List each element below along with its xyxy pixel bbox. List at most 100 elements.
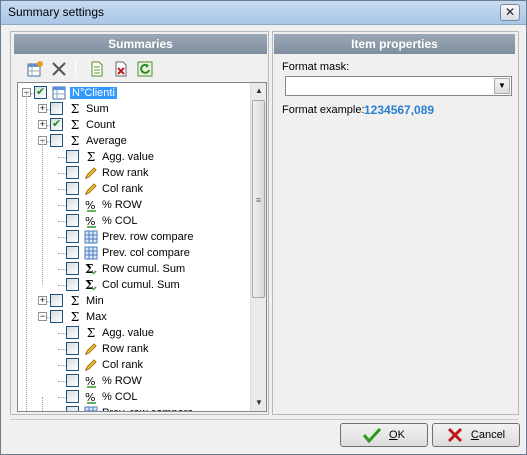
add-summary-button[interactable] xyxy=(25,60,45,78)
svg-text:%: % xyxy=(85,215,95,228)
tree-item[interactable]: % % ROW xyxy=(18,373,250,389)
scroll-thumb[interactable]: ≡ xyxy=(252,100,265,298)
tree-item-checkbox[interactable] xyxy=(66,262,79,275)
scroll-up-arrow[interactable]: ▲ xyxy=(251,83,266,99)
tree-item[interactable]: − Σ Average xyxy=(18,133,250,149)
tree-item[interactable]: Prev. row compare xyxy=(18,229,250,245)
tree-item-checkbox[interactable] xyxy=(66,214,79,227)
tree-item-checkbox[interactable] xyxy=(34,85,47,99)
pencil-icon xyxy=(84,166,98,180)
tree-item[interactable]: −N°Clienti xyxy=(18,85,250,101)
tree-item-label[interactable]: Prev. row compare xyxy=(102,231,194,243)
tree-item[interactable]: Row rank xyxy=(18,165,250,181)
tree-item[interactable]: + Σ Min xyxy=(18,293,250,309)
summary-settings-dialog: Summary settings ✕ Summaries Item proper… xyxy=(0,0,527,455)
cancel-button[interactable]: Cancel xyxy=(432,423,520,447)
tree-item[interactable]: % % COL xyxy=(18,213,250,229)
tree-item[interactable]: Prev. row compare xyxy=(18,405,250,411)
tree-item-checkbox[interactable] xyxy=(66,246,79,259)
tree-item-checkbox[interactable] xyxy=(66,342,79,355)
tree-item-checkbox[interactable] xyxy=(66,198,79,211)
sigma-icon: Σ xyxy=(86,150,96,164)
dropdown-arrow-icon[interactable]: ▼ xyxy=(494,78,510,94)
tree-item-checkbox[interactable] xyxy=(66,374,79,387)
tree-item-checkbox[interactable] xyxy=(50,134,63,147)
summaries-header: Summaries xyxy=(14,34,267,54)
scroll-down-arrow[interactable]: ▼ xyxy=(251,395,266,411)
summaries-tree[interactable]: ▲ ≡ ▼ −N°Clienti + Σ Sum + Σ Count − Σ Average Σ Ag… xyxy=(17,82,267,412)
ok-button[interactable]: OK xyxy=(340,423,428,447)
tree-item[interactable]: Σ Agg. value xyxy=(18,149,250,165)
tree-item-checkbox[interactable] xyxy=(66,166,79,179)
tree-item[interactable]: % % ROW xyxy=(18,197,250,213)
tree-item-label[interactable]: Min xyxy=(86,295,104,307)
expand-icon[interactable]: + xyxy=(38,104,47,113)
tree-item-label[interactable]: Agg. value xyxy=(102,151,154,163)
tree-item-label[interactable]: % ROW xyxy=(102,199,142,211)
percent-icon: % xyxy=(84,374,98,388)
tree-vertical-connector xyxy=(42,141,43,285)
tree-item-label[interactable]: % COL xyxy=(102,215,137,227)
tree-item-label[interactable]: Average xyxy=(86,135,127,147)
format-example-value: 1234567,089 xyxy=(364,103,435,117)
sigma-icon: Σ xyxy=(70,310,80,324)
tree-item-checkbox[interactable] xyxy=(50,310,63,323)
tree-item[interactable]: Col rank xyxy=(18,181,250,197)
tree-item[interactable]: Col rank xyxy=(18,357,250,373)
expand-icon[interactable]: + xyxy=(38,120,47,129)
tree-item-label[interactable]: % COL xyxy=(102,391,137,403)
tree-item-label[interactable]: Count xyxy=(86,119,115,131)
tree-item-label[interactable]: Sum xyxy=(86,103,109,115)
tree-item[interactable]: + Σ Sum xyxy=(18,101,250,117)
tree-item-checkbox[interactable] xyxy=(66,406,79,411)
tree-item-label[interactable]: Max xyxy=(86,311,107,323)
tree-item-label[interactable]: Col rank xyxy=(102,183,143,195)
tree-item-checkbox[interactable] xyxy=(66,230,79,243)
tree-item-checkbox[interactable] xyxy=(66,182,79,195)
expand-icon[interactable]: + xyxy=(38,296,47,305)
tree-item-checkbox[interactable] xyxy=(66,278,79,291)
tree-item-label[interactable]: Col cumul. Sum xyxy=(102,279,180,291)
tree-item[interactable]: Σ Agg. value xyxy=(18,325,250,341)
tree-item[interactable]: Row rank xyxy=(18,341,250,357)
document-button[interactable] xyxy=(87,60,107,78)
tree-item[interactable]: − Σ Max xyxy=(18,309,250,325)
tree-item-checkbox[interactable] xyxy=(66,326,79,339)
svg-text:Σ: Σ xyxy=(85,262,93,276)
refresh-button[interactable] xyxy=(135,60,155,78)
tree-item-label[interactable]: Row rank xyxy=(102,343,148,355)
check-icon xyxy=(363,427,382,443)
cumul-sigma-icon: Σ xyxy=(84,278,98,292)
remove-document-button[interactable] xyxy=(111,60,131,78)
tree-item-label[interactable]: % ROW xyxy=(102,375,142,387)
tree-item-label[interactable]: Col rank xyxy=(102,359,143,371)
tree-item[interactable]: Σ Col cumul. Sum xyxy=(18,277,250,293)
tree-item-label[interactable]: N°Clienti xyxy=(70,87,117,99)
percent-icon: % xyxy=(84,390,98,404)
tree-item[interactable]: % % COL xyxy=(18,389,250,405)
tree-item-checkbox[interactable] xyxy=(50,117,63,131)
delete-summary-button[interactable] xyxy=(49,60,69,78)
title-bar[interactable]: Summary settings ✕ xyxy=(1,1,526,25)
tree-item[interactable]: Prev. col compare xyxy=(18,245,250,261)
tree-item-label[interactable]: Row cumul. Sum xyxy=(102,263,185,275)
tree-item-label[interactable]: Prev. row compare xyxy=(102,407,194,411)
tree-item[interactable]: Σ Row cumul. Sum xyxy=(18,261,250,277)
tree-item-label[interactable]: Agg. value xyxy=(102,327,154,339)
tree-vertical-connector xyxy=(26,93,27,411)
close-button[interactable]: ✕ xyxy=(500,4,520,21)
format-mask-select[interactable]: ▼ xyxy=(285,76,512,96)
tree-item-label[interactable]: Prev. col compare xyxy=(102,247,190,259)
sigma-icon: Σ xyxy=(86,326,96,340)
tree-item[interactable]: + Σ Count xyxy=(18,117,250,133)
svg-text:Σ: Σ xyxy=(85,278,93,292)
tree-item-checkbox[interactable] xyxy=(66,150,79,163)
tree-item-checkbox[interactable] xyxy=(66,390,79,403)
sigma-icon: Σ xyxy=(70,294,80,308)
tree-item-checkbox[interactable] xyxy=(50,102,63,115)
collapse-icon[interactable]: − xyxy=(38,312,47,321)
tree-scrollbar[interactable]: ▲ ≡ ▼ xyxy=(250,83,266,411)
tree-item-label[interactable]: Row rank xyxy=(102,167,148,179)
tree-item-checkbox[interactable] xyxy=(50,294,63,307)
tree-item-checkbox[interactable] xyxy=(66,358,79,371)
